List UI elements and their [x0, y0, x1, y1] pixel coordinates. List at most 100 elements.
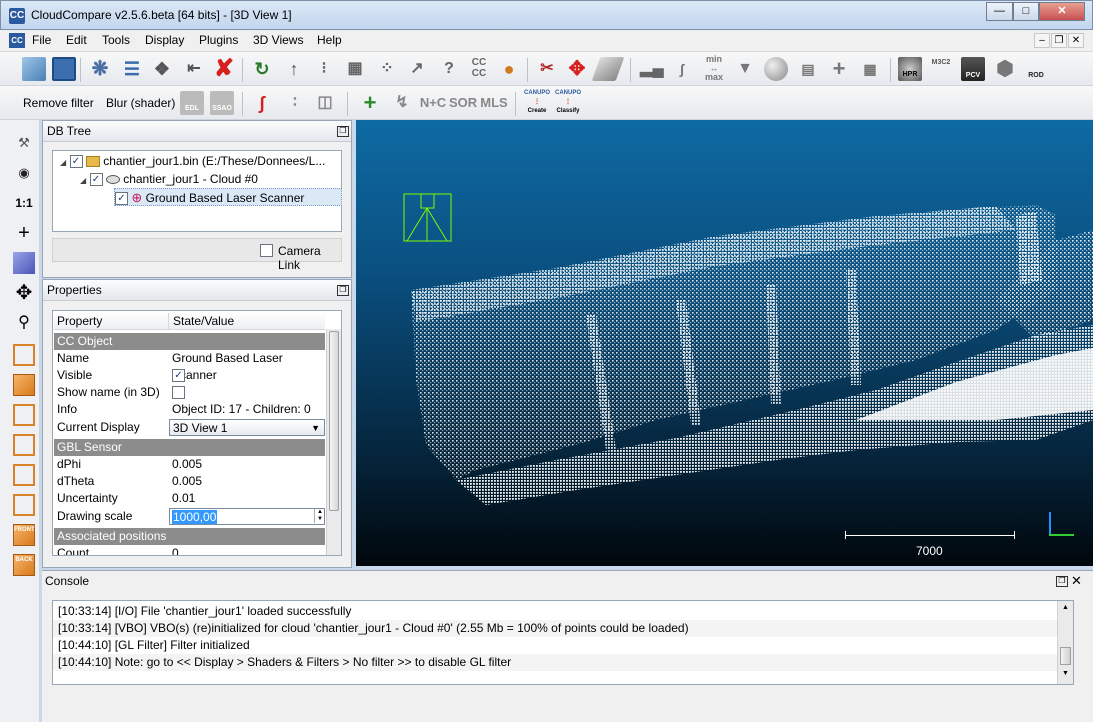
- checkbox-icon[interactable]: ✓: [115, 192, 128, 206]
- cloud-cloud-icon[interactable]: CC CC: [467, 57, 491, 81]
- pcv-plugin-icon[interactable]: PCV: [961, 57, 985, 81]
- menu-display[interactable]: Display: [145, 33, 184, 47]
- min-max-icon[interactable]: min ↔ max: [702, 55, 726, 82]
- view-top-icon[interactable]: [13, 374, 35, 396]
- console-scrollbar[interactable]: ▲ ▼: [1057, 601, 1073, 684]
- mesh-icon[interactable]: ▦: [343, 57, 367, 81]
- spin-arrows-icon[interactable]: ▲ ▼: [314, 509, 323, 523]
- view-iso2-icon[interactable]: [13, 494, 35, 516]
- edl-shader-icon[interactable]: EDL: [180, 91, 204, 115]
- checkbox-icon[interactable]: ✓: [89, 173, 103, 187]
- list-icon[interactable]: ☰: [120, 57, 144, 81]
- delete-icon[interactable]: ✘: [212, 57, 236, 81]
- menu-edit[interactable]: Edit: [66, 33, 87, 47]
- remove-filter-button[interactable]: Remove filter: [23, 96, 94, 110]
- save-icon[interactable]: [52, 57, 76, 81]
- maximize-icon[interactable]: □: [1013, 2, 1039, 21]
- menu-3d-views[interactable]: 3D Views: [253, 33, 303, 47]
- canupo-classify-icon[interactable]: CANUPO ⋮ Classify: [553, 89, 583, 117]
- scrollbar-thumb[interactable]: [329, 331, 339, 511]
- move-icon[interactable]: ✥: [13, 282, 35, 304]
- distance-icon[interactable]: ↗: [405, 57, 429, 81]
- view-right-icon[interactable]: [13, 434, 35, 456]
- mdi-restore-icon[interactable]: ❐: [1051, 33, 1067, 48]
- undock-icon[interactable]: ❐: [1056, 576, 1068, 587]
- ssao-shader-icon[interactable]: SSAO: [210, 91, 234, 115]
- mdi-minimize-icon[interactable]: –: [1034, 33, 1050, 48]
- canupo-create-icon[interactable]: CANUPO ⋮ Create: [523, 89, 551, 117]
- calculator-icon[interactable]: ▦: [858, 57, 882, 81]
- merge-icon[interactable]: ❖: [150, 57, 174, 81]
- sample-points-icon[interactable]: ⁝: [312, 57, 336, 81]
- register-icon[interactable]: ↻: [250, 57, 274, 81]
- zoom-icon[interactable]: ⚲: [13, 312, 35, 334]
- histogram-icon[interactable]: ▂▄: [640, 57, 664, 81]
- blur-shader-button[interactable]: Blur (shader): [106, 96, 175, 110]
- hexagon-plugin-icon[interactable]: ⬢: [993, 57, 1017, 81]
- view-left-icon[interactable]: [13, 404, 35, 426]
- hpr-plugin-icon[interactable]: HPR: [898, 57, 922, 81]
- add-icon[interactable]: +: [827, 57, 851, 81]
- dots-icon[interactable]: ∶: [283, 91, 307, 115]
- menu-tools[interactable]: Tools: [102, 33, 130, 47]
- close-icon[interactable]: ✕: [1039, 2, 1085, 21]
- tree-item-sensor[interactable]: ✓ ⊕ Ground Based Laser Scanner: [114, 188, 342, 206]
- ratio-1-1-button[interactable]: 1:1: [13, 192, 35, 214]
- query-icon[interactable]: ?: [437, 57, 461, 81]
- undock-icon[interactable]: ❐: [337, 126, 349, 137]
- sor-button[interactable]: SOR: [449, 91, 477, 115]
- console-close-icon[interactable]: ✕: [1071, 573, 1082, 589]
- show-name-checkbox[interactable]: [172, 386, 185, 399]
- select-trace-icon[interactable]: ∫: [250, 91, 274, 115]
- camera-icon[interactable]: ◉: [13, 162, 35, 184]
- curve-icon[interactable]: ∫: [670, 57, 694, 81]
- expand-arrow-icon[interactable]: ◢: [60, 158, 66, 167]
- view-iso-icon[interactable]: [13, 344, 35, 366]
- undock-icon[interactable]: ❐: [337, 285, 349, 296]
- view-back-icon[interactable]: BACK: [13, 554, 35, 576]
- scatter-icon[interactable]: ⁘: [375, 57, 399, 81]
- sf-icon[interactable]: ▤: [796, 57, 820, 81]
- bunny-icon[interactable]: ●: [497, 57, 521, 81]
- perspective-icon[interactable]: [13, 252, 35, 274]
- translate-rotate-icon[interactable]: ✥: [565, 57, 589, 81]
- current-display-select[interactable]: 3D View 1 ▼: [169, 419, 325, 436]
- open-icon[interactable]: [22, 57, 46, 81]
- menu-help[interactable]: Help: [317, 33, 342, 47]
- normals-icon[interactable]: ↑: [282, 57, 306, 81]
- view-bottom-icon[interactable]: [13, 464, 35, 486]
- m3c2-plugin-icon[interactable]: M3C2: [929, 57, 953, 81]
- n-c-button[interactable]: N+C: [418, 91, 448, 115]
- drawing-scale-spinbox[interactable]: 1000,00 ▲ ▼: [169, 508, 325, 525]
- camera-link-checkbox[interactable]: [260, 244, 273, 257]
- tree-item-file[interactable]: ◢ ✓ chantier_jour1.bin (E:/These/Donnees…: [60, 152, 325, 170]
- crosshair-icon[interactable]: +: [13, 222, 35, 244]
- mdi-close-icon[interactable]: ✕: [1068, 33, 1084, 48]
- box-icon[interactable]: ◫: [313, 91, 337, 115]
- 3d-view[interactable]: 7000: [356, 120, 1093, 566]
- tree-item-cloud[interactable]: ◢ ✓ chantier_jour1 - Cloud #0: [80, 170, 258, 188]
- minimize-icon[interactable]: —: [986, 2, 1013, 21]
- mdi-app-icon[interactable]: CC: [9, 33, 25, 48]
- properties-scrollbar[interactable]: [326, 329, 341, 555]
- subsample-icon[interactable]: ⇤: [182, 57, 206, 81]
- wrench-icon[interactable]: ⚒: [13, 132, 35, 154]
- scroll-down-icon[interactable]: ▼: [1062, 670, 1069, 677]
- checkbox-icon[interactable]: ✓: [69, 155, 83, 169]
- rod-plugin-icon[interactable]: ROD: [1024, 57, 1048, 81]
- label-icon[interactable]: ↯: [390, 91, 414, 115]
- scroll-up-icon[interactable]: ▲: [1062, 604, 1069, 611]
- expand-arrow-icon[interactable]: ◢: [80, 176, 86, 185]
- visible-checkbox[interactable]: ✓: [172, 369, 185, 382]
- filter-icon[interactable]: ▼: [733, 57, 757, 81]
- sphere-icon[interactable]: [764, 57, 788, 81]
- laser-scanner-icon[interactable]: [403, 193, 453, 243]
- scrollbar-thumb[interactable]: [1060, 647, 1071, 665]
- menu-plugins[interactable]: Plugins: [199, 33, 238, 47]
- plane-icon[interactable]: [591, 57, 625, 81]
- menu-file[interactable]: File: [32, 33, 51, 47]
- view-front-icon[interactable]: FRONT: [13, 524, 35, 546]
- mls-button[interactable]: MLS: [480, 91, 508, 115]
- clone-icon[interactable]: ❋: [88, 57, 112, 81]
- segment-icon[interactable]: ✂: [535, 57, 559, 81]
